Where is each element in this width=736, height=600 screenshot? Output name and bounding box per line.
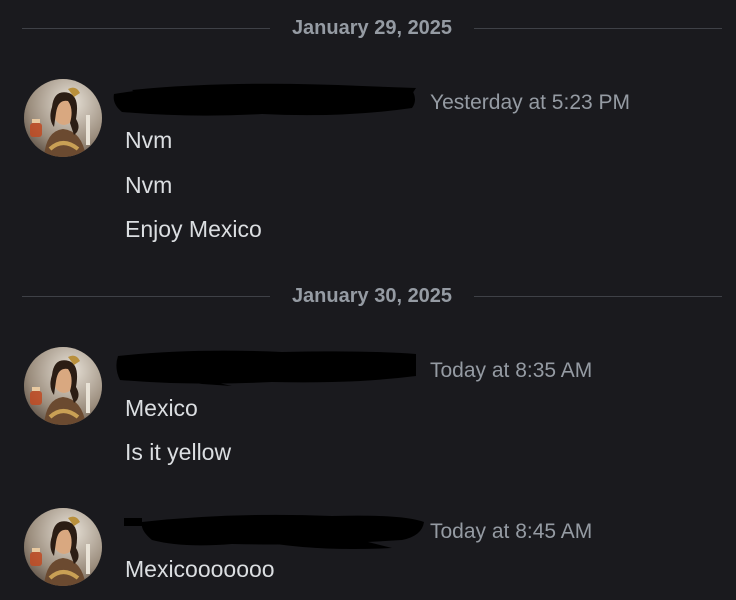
message-text: Mexico	[125, 395, 198, 421]
message-text: Nvm	[125, 127, 173, 153]
message-text: Enjoy Mexico	[125, 216, 262, 242]
redacted-username	[124, 514, 424, 549]
date-divider: January 29, 2025	[22, 18, 722, 38]
message-timestamp: Today at 8:35 AM	[430, 359, 593, 382]
message-timestamp: Yesterday at 5:23 PM	[430, 91, 631, 114]
message-text: Nvm	[125, 172, 173, 198]
message-text: Is it yellow	[125, 439, 232, 465]
divider-line	[474, 296, 722, 297]
date-divider: January 30, 2025	[22, 286, 722, 306]
user-avatar[interactable]	[24, 347, 102, 425]
redacted-username	[113, 83, 416, 116]
user-avatar[interactable]	[24, 508, 102, 586]
redacted-username	[116, 350, 417, 386]
message-text: Mexicooooooo	[125, 556, 275, 582]
user-avatar[interactable]	[24, 79, 102, 157]
divider-line	[474, 28, 722, 29]
message-timestamp: Today at 8:45 AM	[430, 520, 593, 543]
